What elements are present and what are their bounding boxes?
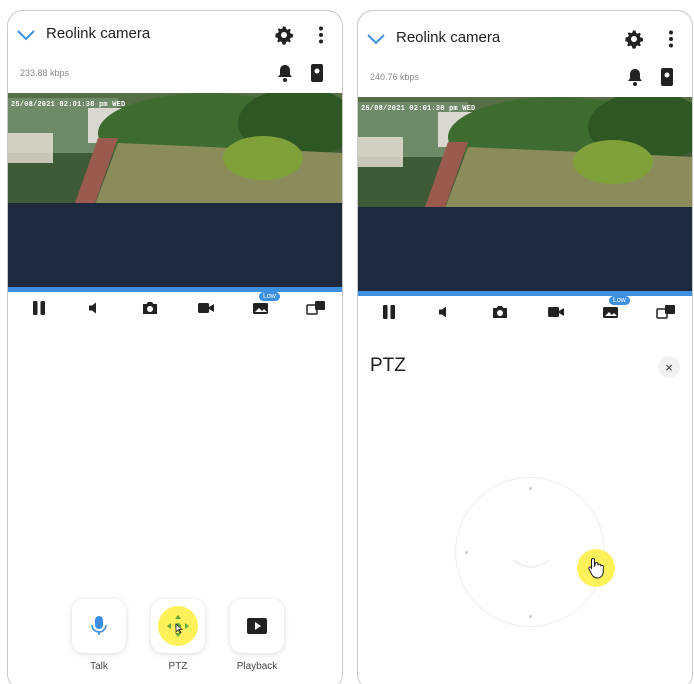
snapshot-icon[interactable] (139, 297, 161, 319)
speaker-icon[interactable] (433, 301, 455, 323)
snapshot-icon[interactable] (489, 301, 511, 323)
bitrate-readout: 240.76 kbps (370, 72, 420, 82)
ptz-panel-title: PTZ (370, 355, 406, 376)
hand-cursor-icon (588, 557, 604, 579)
playback-button[interactable] (230, 599, 284, 653)
microphone-icon (91, 616, 107, 635)
ptz-icon (167, 615, 189, 637)
more-options-icon[interactable] (668, 30, 674, 48)
camera-title: Reolink camera (46, 25, 151, 42)
control-toolbar: Low (358, 296, 692, 327)
joystick-up-marker (529, 487, 532, 490)
more-options-icon[interactable] (318, 26, 324, 44)
chevron-down-icon[interactable] (366, 31, 386, 47)
ptz-label: PTZ (168, 661, 188, 672)
osd-timestamp: 25/08/2021 02:01:38 pm WED (361, 105, 476, 113)
close-button[interactable]: × (658, 356, 680, 378)
record-icon[interactable] (545, 301, 567, 323)
osd-timestamp: 25/08/2021 02:01:38 pm WED (11, 101, 126, 109)
switch-view-icon[interactable] (305, 297, 327, 319)
stream-progress-bar (358, 291, 692, 296)
camera-feed[interactable]: 25/08/2021 02:01:38 pm WED (358, 97, 692, 291)
talk-label: Talk (90, 661, 108, 672)
header: Reolink camera (8, 11, 342, 61)
quality-badge: Low (259, 292, 280, 301)
joystick-down-marker (529, 615, 532, 618)
camera-feed[interactable]: 25/08/2021 02:01:38 pm WED (8, 93, 342, 287)
bell-icon[interactable] (626, 67, 644, 87)
camera-image (358, 97, 692, 291)
switch-view-icon[interactable] (655, 301, 677, 323)
gear-icon[interactable] (624, 29, 644, 49)
playback-icon (247, 618, 267, 634)
playback-label: Playback (236, 661, 278, 672)
ptz-joystick[interactable] (455, 477, 605, 627)
quality-badge: Low (609, 296, 630, 305)
phone-right: Reolink camera 240.76 kbps 25/08/2021 02… (357, 10, 693, 684)
phone-left: Reolink camera 233.88 kbps 25/08/2021 02… (7, 10, 343, 684)
camera-image (8, 93, 342, 287)
control-toolbar: Low (8, 292, 342, 323)
speaker-icon[interactable] (83, 297, 105, 319)
chevron-down-icon[interactable] (16, 27, 36, 43)
pause-icon[interactable] (28, 297, 50, 319)
ptz-button[interactable] (151, 599, 205, 653)
doorbell-icon[interactable] (310, 63, 324, 83)
gear-icon[interactable] (274, 25, 294, 45)
talk-button[interactable] (72, 599, 126, 653)
doorbell-icon[interactable] (660, 67, 674, 87)
pause-icon[interactable] (378, 301, 400, 323)
header: Reolink camera (358, 15, 692, 65)
record-icon[interactable] (195, 297, 217, 319)
quality-icon[interactable]: Low (250, 292, 280, 319)
bell-icon[interactable] (276, 63, 294, 83)
joystick-center-arc (512, 559, 550, 568)
camera-title: Reolink camera (396, 29, 501, 46)
joystick-left-marker (465, 551, 468, 554)
bitrate-readout: 233.88 kbps (20, 68, 70, 78)
stream-progress-bar (8, 287, 342, 292)
quality-icon[interactable]: Low (600, 296, 630, 323)
